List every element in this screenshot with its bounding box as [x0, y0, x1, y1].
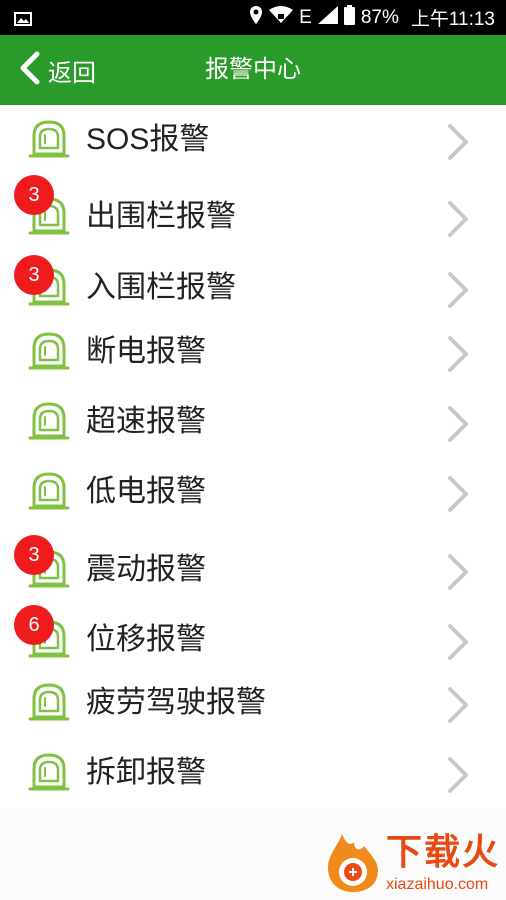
wifi-icon	[269, 5, 294, 30]
status-bar: E 87% 上午11:13	[0, 0, 506, 35]
chevron-right-icon	[446, 553, 470, 595]
alarm-bell-icon	[28, 470, 70, 516]
alarm-item-displacement[interactable]: 6 位移报警	[14, 605, 492, 675]
alarm-item-label: 超速报警	[86, 405, 206, 438]
location-icon	[249, 5, 263, 31]
chevron-right-icon	[446, 686, 470, 728]
status-icons: E 87% 上午11:13	[249, 0, 495, 35]
alarm-item-label: 震动报警	[86, 553, 206, 586]
chevron-right-icon	[446, 623, 470, 665]
watermark-domain: xiazaihuo.com	[385, 876, 489, 893]
alarm-bell-icon	[28, 118, 70, 164]
watermark-title: 下载火	[385, 831, 500, 872]
alarm-bell-icon	[28, 330, 70, 376]
alarm-item-sos[interactable]: SOS报警	[14, 105, 492, 175]
alarm-item-vibration[interactable]: 3 震动报警	[14, 535, 492, 605]
chevron-right-icon	[446, 271, 470, 313]
notification-badge: 3	[14, 255, 54, 295]
back-button[interactable]: 返回	[18, 35, 96, 105]
alarm-item-label: 断电报警	[86, 335, 206, 368]
alarm-item-removal[interactable]: 拆卸报警	[14, 738, 492, 808]
chevron-right-icon	[446, 475, 470, 517]
chevron-right-icon	[446, 123, 470, 165]
alarm-bell-icon	[28, 681, 70, 727]
chevron-right-icon	[446, 756, 470, 798]
clock: 上午11:13	[410, 9, 495, 30]
alarm-bell-icon	[28, 400, 70, 446]
alarm-item-label: 出围栏报警	[86, 200, 236, 233]
alarm-list: SOS报警 3 出围栏报警 3 入围栏报警 断电报警 超速报警 低电报警 3 震…	[14, 105, 492, 809]
gallery-icon	[14, 11, 32, 30]
alarm-item-geofence-enter[interactable]: 3 入围栏报警	[14, 253, 492, 323]
back-chevron-icon	[18, 51, 42, 89]
app-header: 报警中心 返回	[0, 35, 506, 105]
notification-badge: 3	[14, 535, 54, 575]
alarm-item-fatigue-driving[interactable]: 疲劳驾驶报警	[14, 668, 492, 738]
alarm-item-label: SOS报警	[86, 123, 210, 156]
alarm-item-label: 拆卸报警	[86, 756, 206, 789]
battery-icon	[343, 4, 355, 31]
notification-badge: 3	[14, 175, 54, 215]
alarm-item-label: 低电报警	[86, 475, 206, 508]
alarm-bell-icon	[28, 751, 70, 797]
signal-icon	[317, 5, 338, 30]
alarm-item-label: 疲劳驾驶报警	[86, 686, 266, 719]
battery-percent: 87%	[360, 6, 399, 28]
back-label: 返回	[48, 59, 96, 87]
alarm-item-overspeed[interactable]: 超速报警	[14, 387, 492, 457]
notification-badge: 6	[14, 605, 54, 645]
alarm-item-label: 位移报警	[86, 623, 206, 656]
alarm-item-power-cut[interactable]: 断电报警	[14, 317, 492, 387]
chevron-right-icon	[446, 200, 470, 242]
alarm-item-low-battery[interactable]: 低电报警	[14, 457, 492, 527]
watermark: 下载火 xiazaihuo.com	[324, 832, 500, 898]
chevron-right-icon	[446, 405, 470, 447]
flame-logo-icon	[324, 832, 382, 898]
alarm-item-label: 入围栏报警	[86, 271, 236, 304]
chevron-right-icon	[446, 335, 470, 377]
network-type: E	[299, 6, 312, 28]
alarm-item-geofence-exit[interactable]: 3 出围栏报警	[14, 175, 492, 252]
